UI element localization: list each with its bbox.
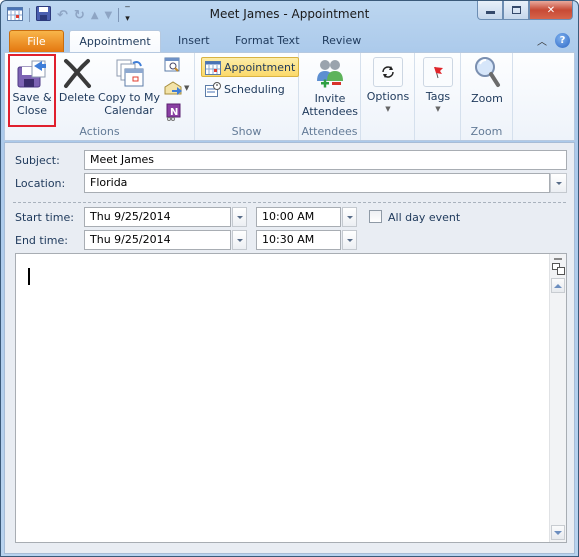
help-area: ︿ ?: [537, 33, 570, 48]
save-close-label-1: Save &: [12, 91, 52, 104]
location-input[interactable]: Florida: [84, 173, 550, 193]
ribbon: Save & Close Delete Copy to My Calendar: [4, 52, 575, 141]
group-actions: Save & Close Delete Copy to My Calendar: [5, 53, 195, 140]
end-time-label: End time:: [15, 234, 68, 247]
invite-attendees-button[interactable]: Invite Attendees: [299, 55, 361, 118]
follow-up-flag-icon: [423, 57, 453, 87]
help-icon[interactable]: ?: [555, 33, 570, 48]
invite-attendees-icon: [314, 57, 346, 89]
start-date-dropdown-button[interactable]: [232, 207, 247, 227]
close-icon: ✕: [546, 4, 556, 16]
zoom-button-label: Zoom: [471, 92, 503, 105]
forward-icon: [164, 81, 182, 95]
calendar-search-button[interactable]: [164, 57, 180, 76]
options-label: Options: [366, 90, 410, 103]
dropdown-arrow-icon: ▼: [435, 105, 441, 113]
group-label-show: Show: [231, 125, 262, 138]
copy-label-1: Copy to My: [98, 91, 160, 104]
group-options: Options ▼: [361, 53, 415, 140]
delete-icon: [61, 57, 93, 89]
minimize-ribbon-icon[interactable]: ︿: [537, 33, 547, 48]
group-zoom: Zoom Zoom: [461, 53, 513, 140]
scheduling-button[interactable]: Scheduling: [202, 79, 288, 99]
appointment-view-button[interactable]: Appointment: [201, 57, 300, 77]
end-date-dropdown-button[interactable]: [232, 230, 247, 250]
dropdown-arrow-icon: ▼: [385, 105, 391, 113]
start-date-input[interactable]: Thu 9/25/2014: [84, 207, 231, 227]
location-label: Location:: [15, 177, 66, 190]
svg-text:N: N: [170, 107, 178, 118]
all-day-event-label: All day event: [388, 211, 461, 224]
location-dropdown-button[interactable]: [550, 173, 567, 193]
start-time-dropdown-button[interactable]: [342, 207, 357, 227]
group-show: Appointment Scheduling Show: [195, 53, 300, 140]
scroll-down-button[interactable]: [551, 525, 565, 540]
maximize-button[interactable]: [503, 1, 529, 20]
calendar-search-icon: [164, 57, 180, 72]
tab-review[interactable]: Review: [310, 30, 373, 53]
end-time-dropdown-button[interactable]: [342, 230, 357, 250]
window-controls: ✕: [477, 1, 573, 20]
scheduling-label: Scheduling: [224, 82, 285, 96]
magnifier-icon: [471, 55, 503, 87]
scroll-up-button[interactable]: [551, 278, 565, 293]
onenote-button[interactable]: N: [165, 103, 181, 124]
options-button[interactable]: Options ▼: [361, 53, 415, 116]
scheduling-icon: [205, 81, 221, 97]
invite-label-2: Attendees: [302, 105, 358, 118]
divider: [13, 202, 566, 203]
start-time-input[interactable]: 10:00 AM: [256, 207, 341, 227]
end-time-input[interactable]: 10:30 AM: [256, 230, 341, 250]
all-day-event-checkbox[interactable]: [369, 210, 382, 223]
dropdown-arrow-icon: ▼: [184, 84, 190, 92]
tab-file[interactable]: File: [9, 30, 64, 53]
appointment-view-label: Appointment: [224, 60, 296, 74]
scroll-up-icon: [554, 283, 562, 288]
copy-calendar-icon: [113, 57, 145, 89]
subject-label: Subject:: [15, 154, 60, 167]
appointment-icon: [205, 60, 221, 75]
title-bar: ↶ ↻ ▲ ▼ ‾ ▾ Meet James - Appointment ✕: [1, 1, 578, 29]
tags-button[interactable]: Tags ▼: [415, 53, 461, 116]
tab-format-text[interactable]: Format Text: [223, 30, 312, 53]
options-icon: [373, 57, 403, 87]
group-label-attendees: Attendees: [301, 125, 358, 138]
maximize-icon: [511, 6, 521, 14]
group-label-actions: Actions: [79, 125, 120, 138]
forward-button[interactable]: ▼: [164, 80, 189, 96]
invite-label-1: Invite: [314, 92, 346, 105]
save-close-button[interactable]: Save & Close: [10, 55, 54, 117]
appointment-window: ↶ ↻ ▲ ▼ ‾ ▾ Meet James - Appointment ✕ Fi…: [0, 0, 579, 557]
appointment-form: Subject: Meet James Location: Florida St…: [4, 142, 575, 554]
split-handle[interactable]: [554, 258, 562, 260]
copy-label-2: Calendar: [104, 104, 154, 117]
minimize-icon: [485, 11, 495, 14]
copy-to-my-calendar-button[interactable]: Copy to My Calendar: [98, 55, 160, 117]
delete-button[interactable]: Delete: [57, 55, 97, 104]
save-close-label-2: Close: [17, 104, 47, 117]
minimize-button[interactable]: [477, 1, 503, 20]
close-button[interactable]: ✕: [529, 1, 573, 20]
end-date-input[interactable]: Thu 9/25/2014: [84, 230, 231, 250]
ribbon-tabs: File Appointment Insert Format Text Revi…: [1, 29, 578, 53]
ruler-icon[interactable]: [552, 263, 565, 278]
vertical-scrollbar[interactable]: [549, 254, 566, 542]
start-time-label: Start time:: [15, 211, 74, 224]
subject-input[interactable]: Meet James: [84, 150, 567, 170]
tab-insert[interactable]: Insert: [166, 30, 222, 53]
tags-label: Tags: [425, 90, 451, 103]
text-cursor: [28, 268, 30, 285]
scroll-down-icon: [554, 530, 562, 535]
delete-label: Delete: [58, 91, 96, 104]
group-tags: Tags ▼: [415, 53, 461, 140]
group-attendees: Invite Attendees Attendees: [299, 53, 361, 140]
message-body-editor[interactable]: [15, 253, 567, 543]
onenote-icon: N: [166, 103, 181, 121]
group-label-zoom: Zoom: [470, 125, 503, 138]
zoom-button[interactable]: Zoom: [461, 53, 513, 105]
save-close-icon: [16, 57, 48, 89]
tab-appointment[interactable]: Appointment: [69, 30, 161, 53]
